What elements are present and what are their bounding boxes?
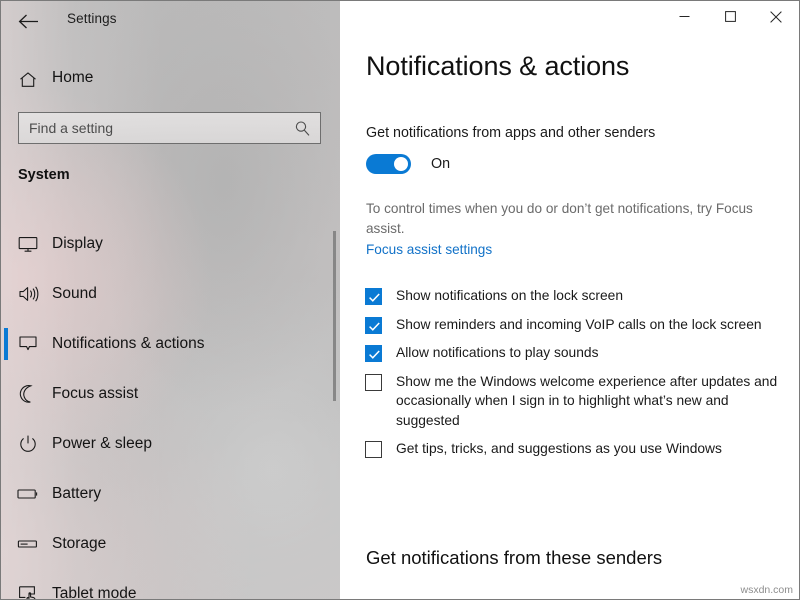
maximize-icon[interactable] [707,1,753,32]
sidebar-item-sound[interactable]: Sound [1,269,340,319]
checkbox-show-notifications-lock-screen[interactable] [365,288,382,305]
checkbox-row[interactable]: Show me the Windows welcome experience a… [365,372,785,431]
checkbox-label: Show reminders and incoming VoIP calls o… [396,316,762,332]
window-title: Settings [67,11,117,26]
speaker-icon [17,283,39,305]
checkbox-get-tips-tricks-suggestions[interactable] [365,441,382,458]
storage-icon [17,533,39,555]
sidebar-item-focus-assist[interactable]: Focus assist [1,369,340,419]
tablet-mode-icon [17,583,39,599]
checkbox-show-windows-welcome-experience[interactable] [365,373,382,391]
sidebar-item-storage[interactable]: Storage [1,519,340,569]
senders-section-heading: Get notifications from these senders [366,547,663,568]
sidebar-scrollbar[interactable] [333,231,336,401]
focus-assist-settings-link[interactable]: Focus assist settings [366,242,492,257]
sidebar-item-sound-label: Sound [52,285,97,302]
monitor-icon [17,233,39,255]
notifications-toggle-label: Get notifications from apps and other se… [366,125,656,141]
notifications-toggle[interactable] [366,154,411,174]
checkbox-row[interactable]: Allow notifications to play sounds [365,343,785,363]
sidebar-item-battery[interactable]: Battery [1,469,340,519]
checkbox-row[interactable]: Show notifications on the lock screen [365,286,785,306]
sidebar-item-power-and-sleep-label: Power & sleep [52,435,152,452]
power-icon [17,433,39,455]
window-controls [661,1,799,32]
toggle-state-label: On [431,156,451,172]
sidebar-item-display-label: Display [52,235,103,252]
watermark: wsxdn.com [740,584,793,596]
back-arrow-icon[interactable] [15,9,41,33]
checkbox-label: Show notifications on the lock screen [396,288,624,303]
home-icon [18,70,38,90]
sidebar-item-tablet-mode-label: Tablet mode [52,585,137,600]
sidebar-item-display[interactable]: Display [1,219,340,269]
sidebar-item-storage-label: Storage [52,535,107,552]
main-content: Notifications & actions Get notification… [340,1,799,599]
search-icon[interactable] [294,120,311,137]
sidebar-section-label: System [18,167,70,183]
sidebar-item-power-and-sleep[interactable]: Power & sleep [1,419,340,469]
toggle-knob [394,157,408,171]
sidebar-item-tablet-mode[interactable]: Tablet mode [1,569,340,600]
battery-icon [17,483,39,505]
moon-icon [17,383,39,405]
checkbox-label: Show me the Windows welcome experience a… [396,373,778,428]
search-input[interactable] [29,120,284,136]
page-title: Notifications & actions [366,51,630,81]
focus-assist-help-text: To control times when you do or don’t ge… [366,201,753,236]
close-icon[interactable] [753,1,799,32]
checkbox-allow-notifications-play-sounds[interactable] [365,345,382,362]
minimize-icon[interactable] [661,1,707,32]
checkbox-row[interactable]: Show reminders and incoming VoIP calls o… [365,315,785,335]
search-box[interactable] [18,112,321,144]
sidebar-item-notifications-and-actions[interactable]: Notifications & actions [1,319,340,369]
sidebar-item-home-label: Home [52,69,94,86]
sidebar-item-focus-assist-label: Focus assist [52,385,139,402]
checkbox-show-reminders-voip-lock-screen[interactable] [365,316,382,334]
sidebar: Settings Home System [1,1,340,600]
settings-window: Settings Home System [0,0,800,600]
notifications-toggle-row: On [366,154,450,174]
sidebar-item-home[interactable]: Home [1,63,321,97]
checkbox-row[interactable]: Get tips, tricks, and suggestions as you… [365,439,785,459]
selected-indicator [4,328,8,360]
sidebar-titlebar: Settings [1,1,340,39]
sidebar-item-battery-label: Battery [52,485,102,502]
sidebar-item-notifications-and-actions-label: Notifications & actions [52,335,205,352]
checkbox-label: Allow notifications to play sounds [396,345,599,360]
checkbox-group: Show notifications on the lock screen Sh… [365,286,785,468]
checkbox-label: Get tips, tricks, and suggestions as you… [396,441,722,456]
notification-balloon-icon [17,333,39,355]
sidebar-nav-list: Display Sound Notifications & actions Fo… [1,219,340,600]
